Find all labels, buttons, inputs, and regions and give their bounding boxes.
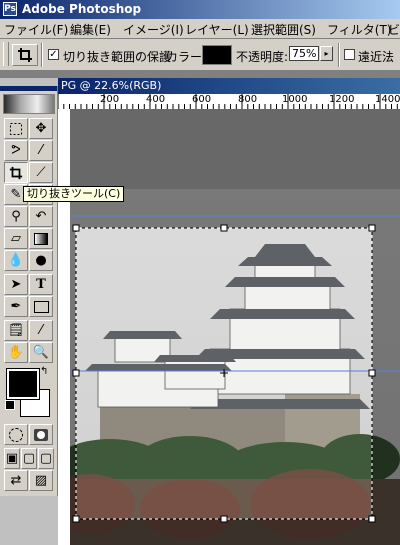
toolbox-title-bar[interactable] [0, 86, 57, 91]
path-selection-tool-icon[interactable]: ➤ [4, 274, 28, 295]
options-bar-grip[interactable] [3, 42, 9, 66]
ruler-label: 1400 [375, 94, 400, 105]
horizontal-ruler[interactable]: 200 400 600 800 1000 1200 1400 [58, 94, 400, 110]
ruler-label: 400 [146, 94, 166, 105]
crop-tool-icon[interactable] [4, 162, 28, 183]
ruler-label: 1000 [282, 94, 308, 105]
dodge-tool-icon[interactable]: ● [29, 250, 53, 271]
eraser-tool-icon[interactable]: ▱ [4, 228, 28, 249]
menu-layer[interactable]: レイヤー(L) [185, 21, 249, 38]
shield-label: 切り抜き範囲の保護 [63, 50, 172, 64]
adobe-online-icon[interactable] [3, 94, 55, 114]
notes-tool-icon[interactable]: 🗒 [4, 320, 28, 341]
perspective-checkbox[interactable] [344, 49, 355, 60]
workspace-background [0, 71, 400, 78]
type-tool-icon[interactable]: T [29, 274, 53, 295]
hand-tool-icon[interactable]: ✋ [4, 342, 28, 363]
opacity-label: 不透明度: [236, 50, 289, 64]
ruler-label: 600 [192, 94, 212, 105]
options-divider [338, 43, 340, 67]
screen-mode-full-icon[interactable]: ▢ [38, 448, 54, 469]
foreground-color-swatch[interactable] [6, 368, 40, 400]
jump-to-imageready-icon[interactable]: ⇄ [4, 470, 28, 491]
options-bar: ✓ 切り抜き範囲の保護 カラー: 不透明度: 75% ▸ 遠近法 [0, 39, 400, 71]
blur-tool-icon[interactable]: 💧 [4, 250, 28, 271]
title-bar: Ps Adobe Photoshop [0, 0, 400, 19]
document-title: PG @ 22.6%(RGB) [61, 79, 162, 92]
menu-bar: ファイル(F) 編集(E) イメージ(I) レイヤー(L) 選択範囲(S) フィ… [0, 19, 400, 39]
menu-view[interactable]: ビ [388, 21, 400, 38]
ruler-label: 200 [100, 94, 120, 105]
default-colors-icon[interactable] [5, 400, 15, 410]
castle-photo [70, 109, 400, 545]
screen-mode-standard-icon[interactable]: ▣ [4, 448, 20, 469]
options-divider [41, 43, 43, 67]
photoshop-app-icon: Ps [3, 2, 17, 16]
marquee-tool-icon[interactable] [4, 118, 28, 139]
menu-file[interactable]: ファイル(F) [4, 21, 68, 38]
standard-mode-icon[interactable] [4, 424, 28, 445]
perspective-label: 遠近法 [358, 50, 395, 64]
menu-filter[interactable]: フィルタ(T) [327, 21, 391, 38]
slice-tool-icon[interactable]: ⟋ [29, 162, 53, 183]
color-label: カラー: [166, 50, 207, 64]
shape-tool-icon[interactable] [29, 296, 53, 317]
document-title-bar[interactable]: PG @ 22.6%(RGB) [58, 78, 400, 94]
shield-color-swatch[interactable] [202, 45, 232, 65]
move-tool-icon[interactable]: ✥ [29, 118, 53, 139]
menu-edit[interactable]: 編集(E) [70, 21, 111, 38]
crop-tool-tooltip: 切り抜きツール(C) [23, 186, 125, 202]
screen-mode-full-menu-icon[interactable]: ▢ [21, 448, 37, 469]
pen-tool-icon[interactable]: ✒ [4, 296, 28, 317]
ruler-label: 1200 [329, 94, 355, 105]
gradient-tool-icon[interactable] [29, 228, 53, 249]
menu-image[interactable]: イメージ(I) [123, 21, 184, 38]
clone-stamp-tool-icon[interactable]: ⚲ [4, 206, 28, 227]
menu-select[interactable]: 選択範囲(S) [251, 21, 316, 38]
lasso-tool-icon[interactable]: ᕗ [4, 140, 28, 161]
zoom-tool-icon[interactable]: 🔍 [29, 342, 53, 363]
opacity-input[interactable]: 75% [289, 46, 319, 61]
eyedropper-tool-icon[interactable]: ⁄ [29, 320, 53, 341]
toolbox-palette: ✥ ᕗ ⁄ ⟋ ✎ 🖌 ⚲ ↶ ▱ 💧 ● ➤ T ✒ 🗒 ⁄ ✋ 🔍 ↰ ▣ … [0, 86, 58, 496]
swap-colors-icon[interactable]: ↰ [40, 366, 48, 377]
history-brush-tool-icon[interactable]: ↶ [29, 206, 53, 227]
shield-checkbox[interactable]: ✓ [48, 49, 59, 60]
opacity-slider-arrow-icon[interactable]: ▸ [320, 46, 333, 61]
crop-tool-preset-icon[interactable] [12, 44, 38, 66]
document-canvas[interactable] [70, 109, 400, 545]
quick-mask-mode-icon[interactable] [29, 424, 53, 445]
imageready-icon[interactable]: ▨ [29, 470, 53, 491]
ruler-label: 800 [238, 94, 258, 105]
window-title: Adobe Photoshop [22, 2, 142, 16]
magic-wand-tool-icon[interactable]: ⁄ [29, 140, 53, 161]
